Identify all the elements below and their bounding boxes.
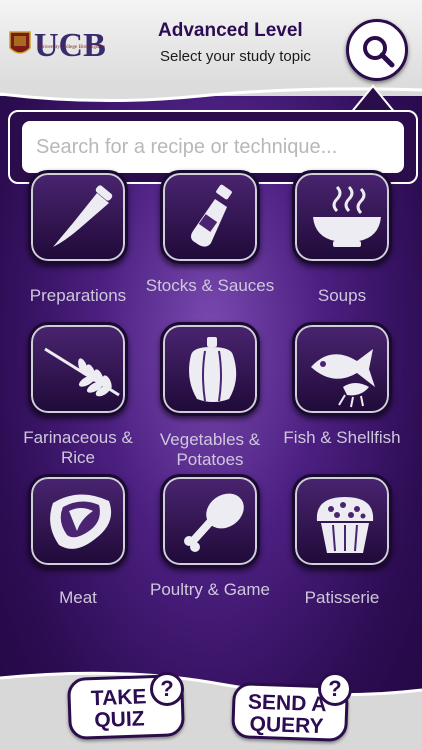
topic-label-patisserie: Patisserie — [304, 588, 380, 607]
topic-label-fish-shellfish: Fish & Shellfish — [283, 428, 401, 447]
search-input[interactable] — [22, 121, 404, 173]
ucb-logo: UCB University College Birmingham — [9, 27, 106, 64]
muffin-icon — [316, 497, 374, 553]
drumstick-icon — [184, 493, 244, 552]
bottle-icon — [191, 184, 232, 247]
topic-label-poultry-game: Poultry & Game — [150, 580, 270, 599]
topic-tile-poultry-game[interactable] — [160, 474, 260, 568]
take-quiz-label-2: QUIZ — [93, 707, 145, 733]
steak-icon — [50, 494, 112, 549]
logo-subtext: University College Birmingham — [38, 44, 105, 50]
topic-label-stocks-sauces: Stocks & Sauces — [145, 276, 275, 295]
topic-tile-vegetables-potatoes[interactable] — [160, 322, 260, 416]
topic-tile-preparations[interactable] — [28, 170, 128, 264]
topic-label-meat: Meat — [59, 588, 97, 607]
soup-bowl-icon — [313, 185, 381, 247]
topic-label-farinaceous-rice: Farinaceous & Rice — [23, 428, 133, 467]
pepper-icon — [189, 337, 237, 402]
topic-tile-stocks-sauces[interactable] — [160, 170, 260, 264]
topic-label-vegetables-potatoes: Vegetables & Potatoes — [159, 430, 261, 469]
wheat-icon — [44, 347, 120, 397]
search-icon — [363, 36, 395, 68]
page-title: Advanced Level — [158, 20, 303, 41]
topic-tile-patisserie[interactable] — [292, 474, 392, 568]
page-subtitle: Select your study topic — [160, 48, 311, 65]
topic-tile-soups[interactable] — [292, 170, 392, 264]
query-help-icon: ? — [318, 672, 352, 706]
topic-tile-meat[interactable] — [28, 474, 128, 568]
topic-label-soups: Soups — [317, 286, 367, 305]
topic-tile-fish-shellfish[interactable] — [292, 322, 392, 416]
footer-wave — [0, 671, 422, 750]
send-query-label-2: QUERY — [249, 712, 324, 739]
search-button[interactable] — [346, 19, 408, 81]
knife-icon — [53, 185, 113, 247]
fish-icon — [311, 349, 375, 408]
take-quiz-label-1: TAKE — [90, 685, 147, 711]
topic-tile-farinaceous-rice[interactable] — [28, 322, 128, 416]
topic-label-preparations: Preparations — [29, 286, 127, 305]
quiz-help-icon: ? — [150, 672, 184, 706]
